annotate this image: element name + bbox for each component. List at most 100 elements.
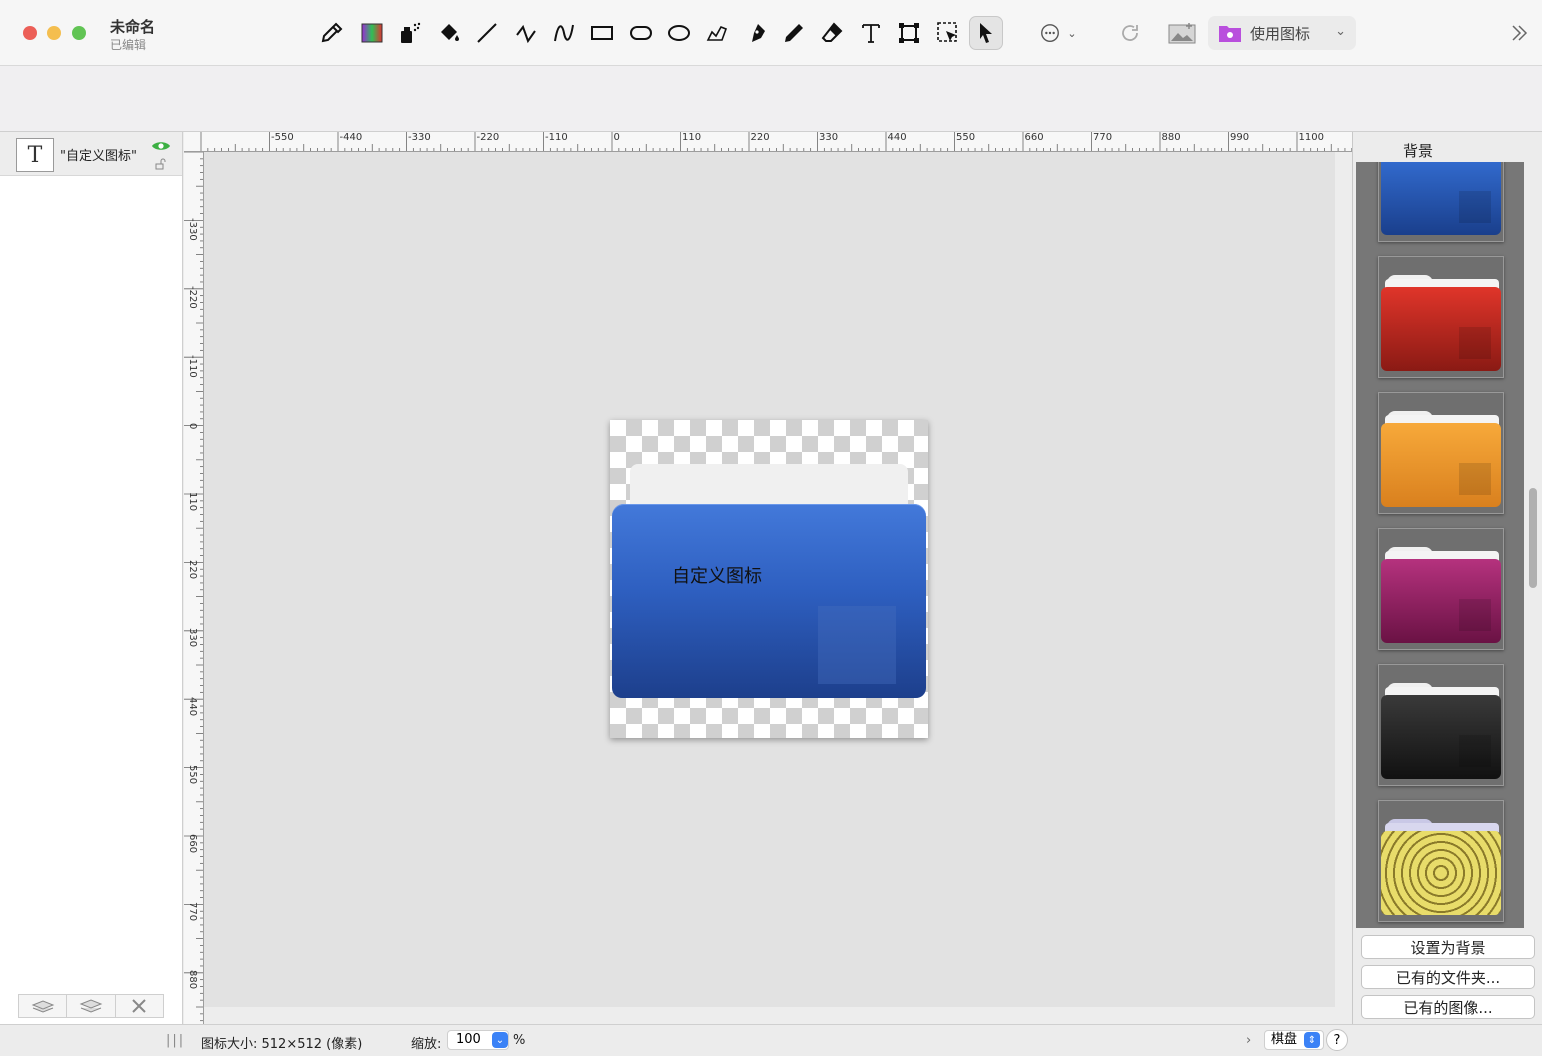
help-button[interactable]: ? [1326,1029,1348,1051]
more-options-button[interactable]: ⌄ [1033,16,1083,50]
zoom-dropdown-icon[interactable]: ⌄ [492,1032,508,1048]
background-panel: 背景 设置为背景 已有的文件夹... 已有的图像... [1352,132,1542,1024]
icon-text-layer[interactable]: 自定义图标 [672,562,762,588]
chevron-down-icon: ⌄ [1335,24,1346,39]
icon-size-label: 图标大小: 512×512 (像素) [201,1037,363,1052]
freeform-shape-icon[interactable] [700,16,734,50]
ellipse-icon[interactable] [662,16,696,50]
redo-icon[interactable] [1113,16,1147,50]
zoom-window-button[interactable] [72,26,86,40]
delete-layer-button[interactable] [116,995,163,1017]
ruler-tick-label: -220 [476,132,500,143]
eyedropper-icon[interactable] [315,16,349,50]
text-layer-icon: T [16,138,54,172]
eraser-icon[interactable] [815,16,849,50]
gradient-icon[interactable] [355,16,389,50]
toolbar: 未命名 已编辑 ⌄ 使用图标 ⌄ [0,0,1542,66]
ruler-tick-label: -330 [187,218,198,241]
folder-overlay-square [1459,735,1491,767]
ruler-tick-label: 440 [187,696,198,716]
ruler-tick-label: 330 [819,132,839,143]
horizontal-scrollbar[interactable] [204,1007,1335,1024]
ruler-tick-label: 770 [187,902,198,922]
icon-document[interactable]: 自定义图标 [610,420,928,738]
layer-row[interactable]: T "自定义图标" [0,132,182,176]
pen-icon[interactable] [739,16,773,50]
background-item-damask[interactable] [1378,800,1504,922]
background-item-magenta[interactable] [1378,528,1504,650]
ruler-tick-label: -110 [545,132,568,143]
transform-icon[interactable] [892,16,926,50]
ruler-tick-label: 990 [1230,132,1250,143]
pencil-icon[interactable] [777,16,811,50]
minimize-window-button[interactable] [47,26,61,40]
arrow-pointer-icon[interactable] [969,16,1003,50]
line-icon[interactable] [470,16,504,50]
ruler-tick-label: -440 [339,132,363,143]
layer-down-button[interactable] [67,995,116,1017]
add-layer-button[interactable] [19,995,68,1017]
ruler-tick-label: 880 [187,970,198,990]
select-stepper-icon[interactable]: ⇕ [1304,1032,1320,1048]
existing-folder-button[interactable]: 已有的文件夹... [1361,965,1535,989]
horizontal-ruler: -550 -440 -330 -220 -110 0 110 220 330 440 550 660 7… [184,132,1352,152]
status-bar: ||| 图标大小: 512×512 (像素) 缩放: 100 ⌄ % › 棋盘 … [0,1024,1542,1056]
use-icon-button[interactable]: 使用图标 ⌄ [1208,16,1356,50]
ruler-tick-label: 110 [682,132,702,143]
set-background-button[interactable]: 设置为背景 [1361,935,1535,959]
window-subtitle: 已编辑 [110,38,147,52]
background-list-scrollbar[interactable] [1529,488,1537,588]
ruler-tick-label: 330 [187,628,198,648]
vertical-scrollbar[interactable] [1335,152,1352,1024]
zoom-label: 缩放: [411,1037,442,1052]
canvas-area[interactable]: 自定义图标 [204,152,1352,1024]
zoom-value: 100 [456,1032,481,1047]
ruler-tick-label: -220 [187,286,198,310]
ruler-tick-label: -110 [187,354,198,378]
polyline-icon[interactable] [509,16,543,50]
layers-panel: T "自定义图标" [0,132,183,1024]
image-icon[interactable] [1163,16,1201,50]
ruler-tick-label: 550 [956,132,976,143]
background-item-black[interactable] [1378,664,1504,786]
layers-down-icon [79,999,103,1013]
background-panel-title: 背景 [1402,142,1433,160]
rounded-rectangle-icon[interactable] [624,16,658,50]
delete-icon [132,999,147,1013]
unlock-icon[interactable] [155,158,167,170]
rectangle-icon[interactable] [585,16,619,50]
use-icon-label: 使用图标 [1250,24,1311,43]
ruler-tick-label: 880 [1161,132,1181,143]
ruler-tick-label: 220 [750,132,770,143]
layers-up-icon [31,1000,55,1013]
ruler-tick-label: 660 [1024,132,1044,143]
folder-body [1381,831,1501,915]
ruler-tick-label: 0 [613,132,620,143]
overflow-chevron-icon[interactable] [1502,16,1536,50]
background-item-red[interactable] [1378,256,1504,378]
zoom-unit: % [513,1033,526,1048]
layer-name: "自定义图标" [60,149,137,164]
curve-icon[interactable] [547,16,581,50]
background-list[interactable] [1356,162,1524,928]
selection-icon[interactable] [931,16,965,50]
ruler-tick-label: 0 [187,423,198,430]
chevron-right-icon[interactable]: › [1246,1033,1251,1048]
close-window-button[interactable] [23,26,37,40]
folder-overlay-square [1459,463,1491,495]
background-item-orange[interactable] [1378,392,1504,514]
resize-grip-icon[interactable]: ||| [166,1033,185,1048]
folder-overlay-square [818,606,896,684]
text-icon[interactable] [854,16,888,50]
background-item-blue[interactable] [1378,162,1504,242]
ruler-tick-label: 1100 [1298,132,1324,143]
paint-bucket-icon[interactable] [432,16,466,50]
ruler-tick-label: 220 [187,560,198,580]
spray-icon[interactable] [393,16,427,50]
folder-overlay-square [1459,191,1491,223]
eye-icon[interactable] [151,140,171,152]
ruler-tick-label: -550 [271,132,294,143]
background-mode-value: 棋盘 [1271,1032,1298,1047]
existing-image-button[interactable]: 已有的图像... [1361,995,1535,1019]
layer-actions [18,994,164,1018]
